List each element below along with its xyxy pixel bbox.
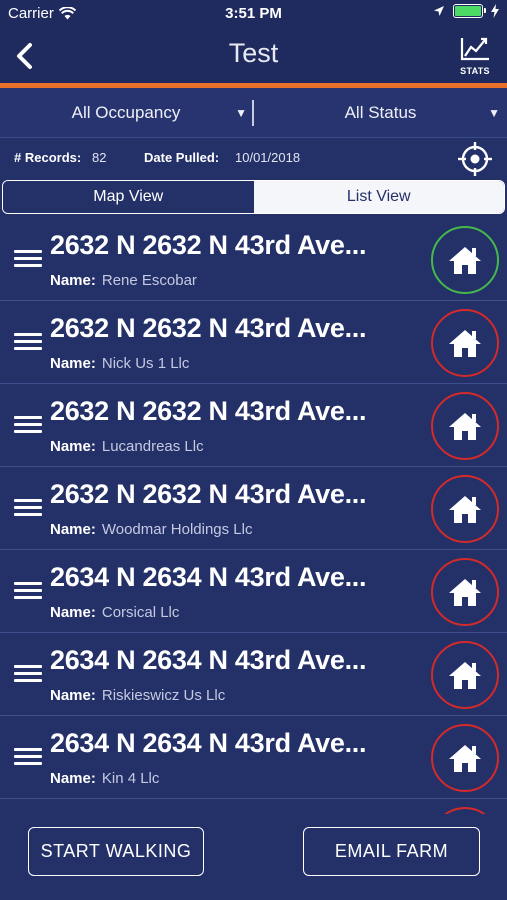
- list-item[interactable]: 2634 N 2634 N 43rd Ave... Name: Kin 4 Llc: [0, 716, 507, 799]
- records-summary: # Records: 82 Date Pulled: 10/01/2018: [0, 138, 507, 178]
- list-item[interactable]: 2632 N 2632 N 43rd Ave... Name: Lucandrea…: [0, 384, 507, 467]
- house-status-button[interactable]: [431, 724, 499, 792]
- hamburger-icon[interactable]: [14, 499, 42, 519]
- name-label: Name:: [50, 521, 96, 538]
- house-status-button[interactable]: [431, 641, 499, 709]
- name-label: Name:: [50, 770, 96, 787]
- hamburger-icon[interactable]: [14, 250, 42, 270]
- hamburger-icon[interactable]: [14, 582, 42, 602]
- battery-icon: [453, 4, 486, 18]
- email-farm-button[interactable]: EMAIL FARM: [303, 827, 480, 876]
- chart-icon: [460, 37, 489, 61]
- status-bar: Carrier 3:51 PM: [0, 0, 507, 28]
- owner-name: Rene Escobar: [101, 272, 197, 289]
- records-count-value: 82: [92, 150, 107, 165]
- property-address: 2634 N 2634 N 43rd Ave...: [50, 562, 367, 592]
- name-label: Name:: [50, 687, 96, 704]
- property-address: 2632 N 2632 N 43rd Ave...: [50, 396, 367, 426]
- owner-line: Name: Corsical Llc: [50, 604, 179, 621]
- house-icon: [449, 745, 481, 772]
- owner-name: Lucandreas Llc: [101, 438, 204, 455]
- page-title: Test: [228, 38, 279, 68]
- property-address: 2634 N 2634 N 43rd Ave...: [50, 645, 367, 675]
- property-list: 2632 N 2632 N 43rd Ave... Name: Rene Esco…: [0, 218, 507, 814]
- owner-line: Name: Lucandreas Llc: [50, 438, 204, 455]
- view-toggle: Map View List View: [2, 180, 505, 214]
- house-icon: [449, 413, 481, 440]
- house-status-button[interactable]: [431, 309, 499, 377]
- nav-bar: Test STATS: [0, 28, 507, 83]
- owner-line: Name: Rene Escobar: [50, 272, 197, 289]
- location-arrow-icon: [434, 6, 444, 16]
- tab-list-view[interactable]: List View: [253, 181, 504, 213]
- charging-bolt-icon: [491, 4, 499, 18]
- hamburger-icon[interactable]: [14, 333, 42, 353]
- start-walking-button[interactable]: START WALKING: [28, 827, 204, 876]
- house-icon: [449, 579, 481, 606]
- status-right: [433, 4, 499, 18]
- stats-label: STATS: [460, 66, 490, 76]
- name-label: Name:: [50, 272, 96, 289]
- stats-button[interactable]: STATS: [457, 36, 493, 78]
- owner-name: Nick Us 1 Llc: [101, 355, 190, 372]
- property-address: 2632 N 2632 N 43rd Ave...: [50, 230, 367, 260]
- owner-name: Kin 4 Llc: [101, 770, 160, 787]
- house-status-button[interactable]: [431, 475, 499, 543]
- owner-name: Riskieswicz Us Llc: [101, 687, 226, 704]
- list-item-partial[interactable]: [0, 799, 507, 814]
- owner-line: Name: Kin 4 Llc: [50, 770, 159, 787]
- occupancy-dropdown[interactable]: All Occupancy ▼: [0, 88, 252, 138]
- name-label: Name:: [50, 604, 96, 621]
- occupancy-value: All Occupancy: [71, 103, 181, 122]
- list-item[interactable]: 2632 N 2632 N 43rd Ave... Name: Woodmar H…: [0, 467, 507, 550]
- property-address: 2632 N 2632 N 43rd Ave...: [50, 479, 367, 509]
- house-icon: [449, 330, 481, 357]
- house-status-button[interactable]: [431, 558, 499, 626]
- filter-bar: All Occupancy ▼ All Status ▼: [0, 88, 507, 138]
- house-icon: [449, 247, 481, 274]
- hamburger-icon[interactable]: [14, 416, 42, 436]
- house-icon: [449, 662, 481, 689]
- caret-down-icon: ▼: [488, 106, 500, 120]
- owner-line: Name: Riskieswicz Us Llc: [50, 687, 225, 704]
- tab-map-view[interactable]: Map View: [3, 181, 254, 213]
- crosshair-icon: [458, 142, 492, 176]
- owner-name: Woodmar Holdings Llc: [101, 521, 253, 538]
- date-pulled-label: Date Pulled:: [144, 150, 220, 165]
- owner-name: Corsical Llc: [101, 604, 180, 621]
- locate-button[interactable]: [457, 141, 493, 177]
- list-item[interactable]: 2634 N 2634 N 43rd Ave... Name: Corsical …: [0, 550, 507, 633]
- list-item[interactable]: 2632 N 2632 N 43rd Ave... Name: Nick Us 1…: [0, 301, 507, 384]
- list-item[interactable]: 2632 N 2632 N 43rd Ave... Name: Rene Esco…: [0, 218, 507, 301]
- status-value: All Status: [344, 103, 417, 122]
- property-address: 2632 N 2632 N 43rd Ave...: [50, 313, 367, 343]
- property-address: 2634 N 2634 N 43rd Ave...: [50, 728, 367, 758]
- house-status-button[interactable]: [431, 807, 499, 814]
- house-icon: [449, 496, 481, 523]
- hamburger-icon[interactable]: [14, 665, 42, 685]
- house-status-button[interactable]: [431, 226, 499, 294]
- status-time: 3:51 PM: [225, 5, 282, 22]
- house-status-button[interactable]: [431, 392, 499, 460]
- caret-down-icon: ▼: [235, 106, 247, 120]
- status-dropdown[interactable]: All Status ▼: [254, 88, 507, 138]
- hamburger-icon[interactable]: [14, 748, 42, 768]
- bottom-action-bar: START WALKING EMAIL FARM: [0, 814, 507, 900]
- name-label: Name:: [50, 355, 96, 372]
- date-pulled-value: 10/01/2018: [235, 150, 301, 165]
- list-item[interactable]: 2634 N 2634 N 43rd Ave... Name: Riskieswi…: [0, 633, 507, 716]
- owner-line: Name: Nick Us 1 Llc: [50, 355, 189, 372]
- owner-line: Name: Woodmar Holdings Llc: [50, 521, 252, 538]
- records-count-label: # Records:: [14, 150, 82, 165]
- name-label: Name:: [50, 438, 96, 455]
